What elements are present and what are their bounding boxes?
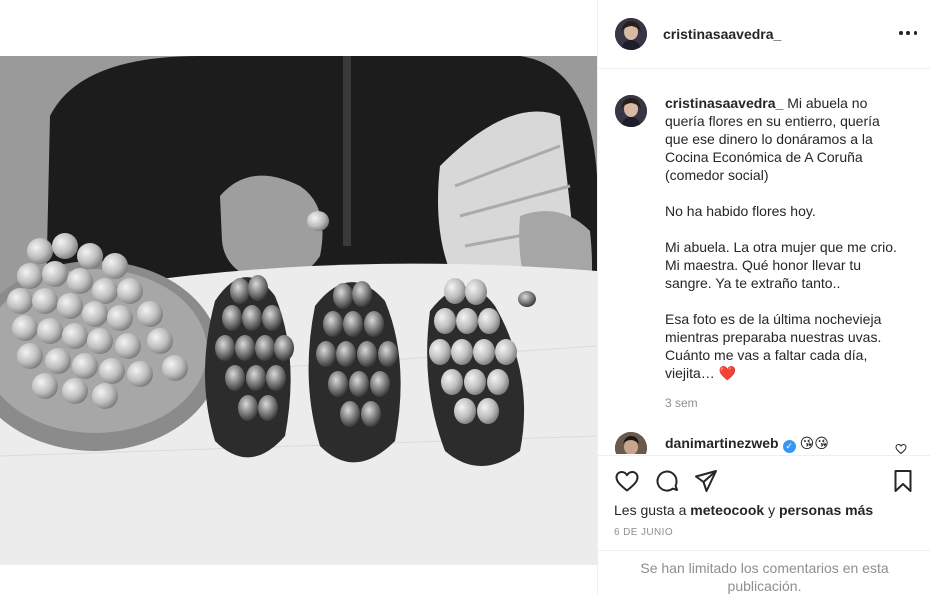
author-username[interactable]: cristinasaavedra_	[663, 26, 781, 42]
caption-avatar[interactable]	[615, 95, 647, 127]
commenter-username[interactable]: danimartinezweb ✓ 😘😘	[665, 435, 829, 453]
likes-summary: Les gusta a meteocook y personas más	[614, 502, 873, 518]
grapes-photo-illustration	[0, 56, 597, 565]
comments-limited-notice: Se han limitado los comentarios en esta …	[598, 550, 930, 594]
post-actions: Les gusta a meteocook y personas más 6 D…	[598, 455, 930, 594]
comment-row: danimartinezweb ✓ 😘😘	[615, 432, 829, 454]
caption-paragraph-3: Mi abuela. La otra mujer que me crio. Mi…	[665, 239, 897, 291]
post-header: cristinasaavedra_	[598, 0, 930, 69]
likes-prefix: Les gusta a	[614, 502, 687, 518]
more-options-icon[interactable]	[899, 24, 917, 42]
caption-time[interactable]: 3 sem	[665, 396, 698, 410]
comment-like-icon[interactable]	[895, 443, 907, 454]
likes-user[interactable]: meteocook	[690, 502, 764, 518]
post-date[interactable]: 6 DE JUNIO	[614, 527, 673, 538]
post-sidebar: cristinasaavedra_ cristinasaavedra_ Mi a…	[597, 0, 930, 594]
comments-area: cristinasaavedra_ Mi abuela no quería fl…	[598, 70, 930, 454]
share-icon[interactable]	[693, 468, 719, 494]
save-icon[interactable]	[890, 468, 916, 494]
like-icon[interactable]	[614, 468, 640, 494]
caption-paragraph-4: Esa foto es de la última nochevieja mien…	[665, 311, 882, 381]
caption-paragraph-2: No ha habido flores hoy.	[665, 203, 816, 219]
photo-pane	[0, 0, 597, 594]
commenter-username-text[interactable]: danimartinezweb	[665, 435, 779, 451]
caption: cristinasaavedra_ Mi abuela no quería fl…	[615, 94, 905, 382]
post-photo[interactable]	[0, 56, 597, 565]
comment-emojis: 😘😘	[799, 436, 829, 452]
verified-badge-icon: ✓	[782, 440, 796, 453]
action-icons	[614, 468, 916, 494]
heart-emoji: ❤️	[718, 365, 737, 381]
caption-username[interactable]: cristinasaavedra_	[665, 95, 783, 111]
author-avatar[interactable]	[615, 18, 647, 50]
caption-text: cristinasaavedra_ Mi abuela no quería fl…	[665, 94, 905, 382]
likes-connector: y	[768, 502, 776, 518]
commenter-avatar[interactable]	[615, 432, 647, 454]
likes-others[interactable]: personas más	[779, 502, 873, 518]
comment-icon[interactable]	[654, 468, 680, 494]
